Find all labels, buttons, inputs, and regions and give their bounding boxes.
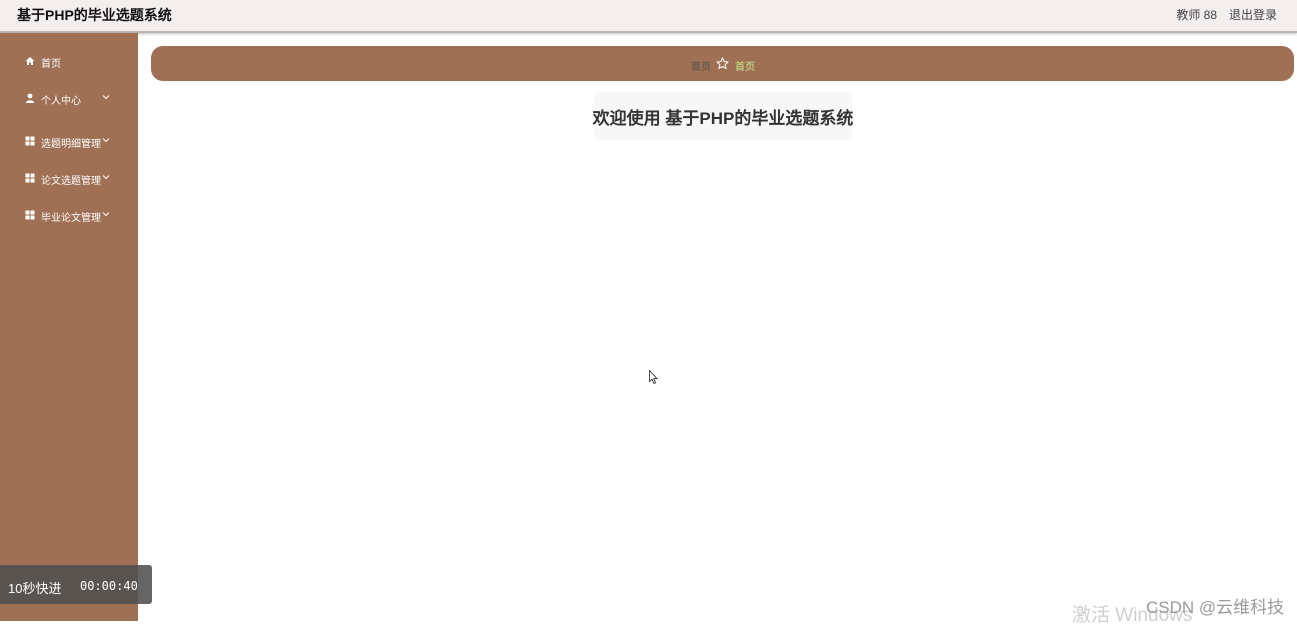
breadcrumb: 首页 首页 (151, 46, 1294, 81)
chevron-down-icon (102, 138, 110, 143)
breadcrumb-home-link[interactable]: 首页 (691, 58, 711, 73)
breadcrumb-current: 首页 (735, 62, 755, 73)
mouse-cursor-icon (649, 370, 658, 385)
sidebar-item-label: 毕业论文管理 (41, 213, 101, 224)
sidebar: 首页 个人中心 选题明细管理 论文选题管理 毕业论文管理 (0, 33, 138, 621)
grid-icon (25, 210, 35, 220)
home-icon (25, 57, 35, 65)
sidebar-item-label: 个人中心 (41, 96, 81, 107)
current-user: 教师 88 (1176, 8, 1217, 22)
chevron-down-icon (102, 212, 110, 217)
sidebar-item-label: 论文选题管理 (41, 176, 101, 187)
user-icon (25, 93, 35, 103)
sidebar-item-graduation-thesis[interactable]: 毕业论文管理 (0, 200, 138, 230)
star-icon (716, 57, 729, 70)
chevron-down-icon (102, 175, 110, 180)
fast-forward-panel[interactable]: 10秒快进 00:00:40 (0, 565, 152, 604)
logout-button[interactable]: 退出登录 (1229, 6, 1277, 23)
sidebar-item-label: 选题明细管理 (41, 139, 101, 150)
sidebar-item-personal-center[interactable]: 个人中心 (0, 83, 138, 113)
app-title: 基于PHP的毕业选题系统 (17, 7, 172, 23)
chevron-down-icon (102, 95, 110, 100)
sidebar-item-label: 首页 (41, 59, 61, 70)
welcome-heading: 欢迎使用 基于PHP的毕业选题系统 (592, 108, 854, 128)
sidebar-item-home[interactable]: 首页 (0, 46, 138, 76)
fast-forward-label[interactable]: 10秒快进 (8, 578, 61, 597)
playback-time: 00:00:40 (80, 579, 138, 593)
welcome-panel: 欢迎使用 基于PHP的毕业选题系统 (592, 92, 854, 140)
grid-icon (25, 173, 35, 183)
sidebar-item-thesis-topics[interactable]: 论文选题管理 (0, 163, 138, 193)
grid-icon (25, 136, 35, 146)
csdn-watermark: CSDN @云维科技 (1146, 598, 1285, 617)
sidebar-item-topic-details[interactable]: 选题明细管理 (0, 126, 138, 156)
top-bar: 基于PHP的毕业选题系统 教师 88 退出登录 (0, 0, 1297, 33)
